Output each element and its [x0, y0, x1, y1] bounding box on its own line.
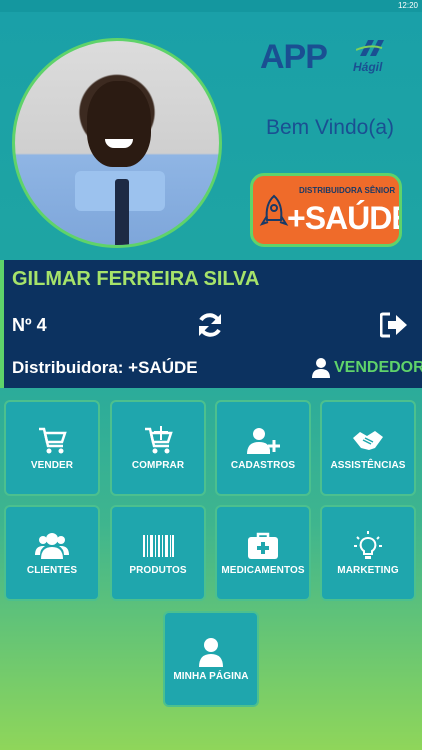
- role-indicator: VENDEDOR: [312, 356, 422, 380]
- role-label: VENDEDOR: [334, 359, 422, 376]
- refresh-icon[interactable]: [195, 310, 225, 340]
- rocket-icon: [259, 194, 289, 226]
- status-time: 12:20: [397, 1, 418, 10]
- logo-mark-icon: [356, 40, 384, 56]
- tile-marketing[interactable]: MARKETING: [320, 505, 416, 601]
- tile-label: MEDICAMENTOS: [221, 565, 305, 576]
- handshake-icon: [353, 431, 383, 450]
- user-info-panel: GILMAR FERREIRA SILVA Nº 4 Distribuidora…: [0, 260, 422, 388]
- welcome-text: Bem Vindo(a): [265, 116, 394, 139]
- user-number: Nº 4: [12, 315, 47, 335]
- tile-cadastros[interactable]: CADASTROS: [215, 400, 311, 496]
- cart-icon: [39, 427, 67, 454]
- tile-medicamentos[interactable]: MEDICAMENTOS: [215, 505, 311, 601]
- logout-icon[interactable]: [380, 312, 408, 338]
- user-add-icon: [247, 428, 280, 454]
- user-name: GILMAR FERREIRA SILVA: [12, 268, 260, 290]
- tile-label: MINHA PÁGINA: [173, 671, 249, 682]
- logo-brand-text: Hágil: [353, 60, 383, 74]
- tile-assistencias[interactable]: ASSISTÊNCIAS: [320, 400, 416, 496]
- tile-comprar[interactable]: COMPRAR: [110, 400, 206, 496]
- status-bar: 12:20: [0, 0, 422, 12]
- badge-subtitle: DISTRIBUIDORA SÊNIOR: [299, 186, 396, 195]
- user-icon: [312, 358, 330, 378]
- users-icon: [35, 533, 69, 559]
- avatar[interactable]: [12, 38, 222, 248]
- tile-label: CLIENTES: [26, 565, 78, 576]
- first-aid-icon: [248, 532, 278, 559]
- distributor-label: Distribuidora: +SAÚDE: [12, 358, 198, 377]
- panel-accent-bar: [0, 260, 4, 388]
- cart-add-icon: [145, 426, 173, 454]
- logo-app-text: APP: [260, 38, 328, 76]
- person-icon: [199, 638, 223, 667]
- distributor-badge: DISTRIBUIDORA SÊNIOR +SAÚDE: [250, 173, 402, 247]
- tile-minha-pagina[interactable]: MINHA PÁGINA: [163, 611, 259, 707]
- tile-vender[interactable]: VENDER: [4, 400, 100, 496]
- tile-label: ASSISTÊNCIAS: [330, 460, 406, 471]
- badge-title: +SAÚDE: [287, 200, 402, 236]
- app-logo: APP Hágil: [260, 38, 390, 78]
- tile-label: CADASTROS: [230, 460, 296, 471]
- tile-label: MARKETING: [337, 565, 399, 576]
- lightbulb-icon: [354, 531, 382, 559]
- tile-clientes[interactable]: CLIENTES: [4, 505, 100, 601]
- tile-produtos[interactable]: PRODUTOS: [110, 505, 206, 601]
- tile-label: PRODUTOS: [129, 565, 187, 576]
- tile-label: COMPRAR: [131, 460, 185, 471]
- tile-label: VENDER: [30, 460, 74, 471]
- barcode-icon: [143, 535, 174, 557]
